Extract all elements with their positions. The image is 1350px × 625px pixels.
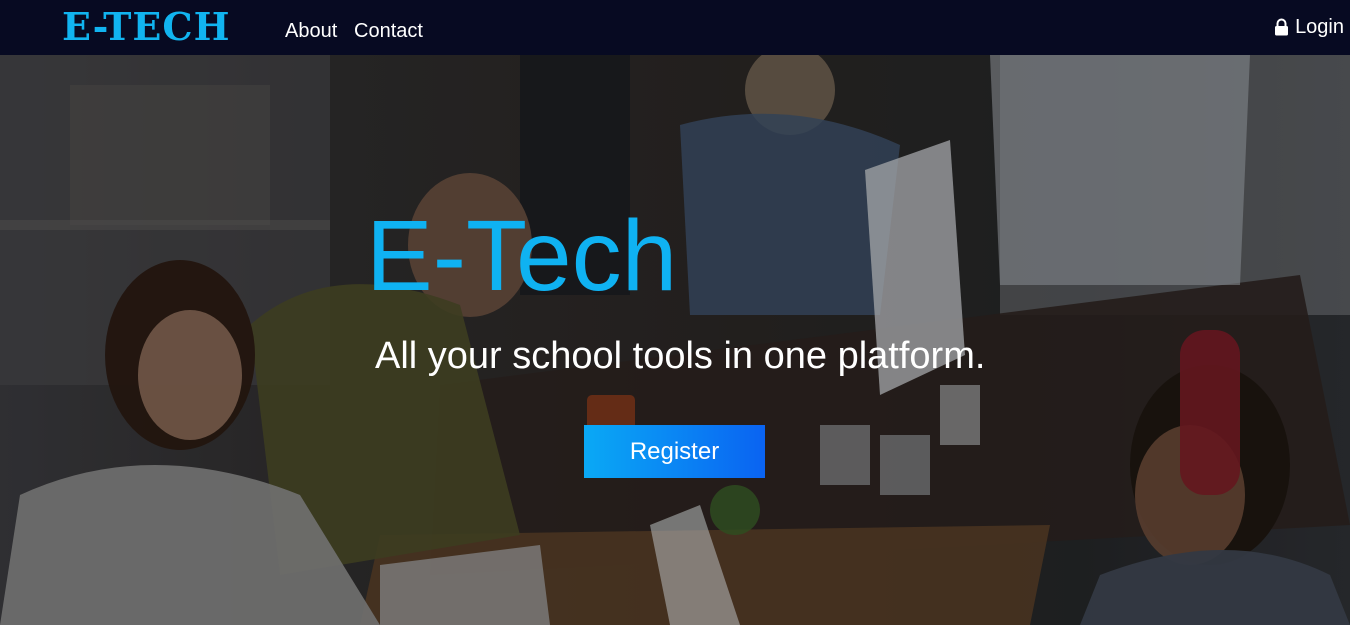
- navbar: E-TECH About Contact Login: [0, 0, 1350, 55]
- nav-link-contact[interactable]: Contact: [354, 20, 423, 42]
- lock-icon: [1274, 18, 1289, 36]
- hero-section: E-Tech All your school tools in one plat…: [0, 55, 1350, 625]
- hero-subtitle: All your school tools in one platform.: [375, 335, 986, 377]
- login-link[interactable]: Login: [1274, 16, 1344, 38]
- brand-logo[interactable]: E-TECH: [62, 6, 231, 48]
- register-button[interactable]: Register: [584, 425, 765, 478]
- hero-title: E-Tech: [366, 200, 678, 312]
- nav-link-about[interactable]: About: [285, 20, 337, 42]
- login-label: Login: [1295, 16, 1344, 38]
